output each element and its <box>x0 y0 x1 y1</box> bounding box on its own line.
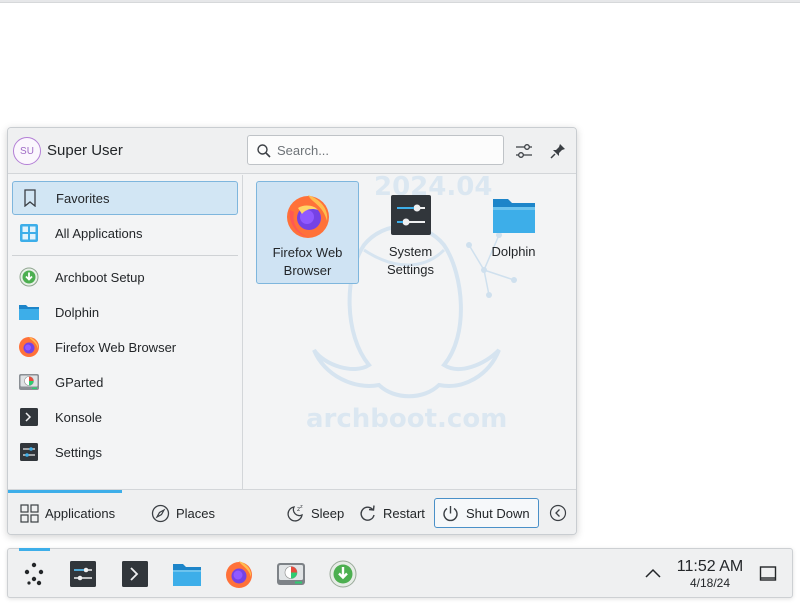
sidebar-separator <box>12 255 238 256</box>
sidebar-item-firefox[interactable]: Firefox Web Browser <box>12 330 238 364</box>
button-label: Sleep <box>311 505 345 521</box>
taskbar-archboot-setup[interactable] <box>327 558 359 590</box>
terminal-icon <box>17 405 41 429</box>
sidebar-item-dolphin[interactable]: Dolphin <box>12 295 238 329</box>
arch-launcher-icon <box>24 562 44 586</box>
settings-icon <box>17 440 41 464</box>
terminal-icon <box>122 561 148 587</box>
search-icon <box>257 144 271 158</box>
sidebar-item-label: All Applications <box>55 225 143 241</box>
sidebar-item-favorites[interactable]: Favorites <box>12 181 238 215</box>
taskbar-panel: 11:52 AM 4/18/24 <box>7 548 793 598</box>
restart-icon <box>360 504 375 521</box>
folder-icon <box>492 199 535 233</box>
search-input[interactable]: Search... <box>247 135 504 165</box>
disk-icon <box>17 370 41 394</box>
tab-label: Places <box>176 505 216 521</box>
restart-button[interactable]: Restart <box>358 498 425 528</box>
sidebar-item-label: Archboot Setup <box>55 269 145 285</box>
top-window-edge <box>0 0 800 3</box>
sidebar-item-archboot-setup[interactable]: Archboot Setup <box>12 260 238 294</box>
svg-text:z: z <box>300 504 303 510</box>
power-icon <box>443 505 458 521</box>
system-tray-expander[interactable] <box>637 558 669 590</box>
taskbar-gparted[interactable] <box>275 558 307 590</box>
compass-icon <box>151 504 170 522</box>
watermark-site: archboot.com <box>306 404 507 434</box>
avatar[interactable]: SU <box>13 137 41 165</box>
show-desktop-button[interactable] <box>752 558 784 590</box>
download-icon <box>329 560 357 588</box>
firefox-icon <box>226 561 252 588</box>
sidebar-item-label: GParted <box>55 374 104 390</box>
grid-icon <box>20 503 39 523</box>
favorite-label-line2: Settings <box>387 262 434 277</box>
sidebar-item-settings[interactable]: Settings <box>12 435 238 469</box>
search-placeholder: Search... <box>277 143 330 158</box>
sidebar-item-label: Settings <box>55 444 102 460</box>
bookmark-icon <box>18 186 42 210</box>
chevron-up-icon <box>645 568 661 578</box>
desktop-icon <box>759 566 777 581</box>
pin-button[interactable] <box>546 139 570 163</box>
taskbar-dolphin[interactable] <box>171 558 203 590</box>
sliders-icon <box>516 144 532 158</box>
favorite-label-line1: Dolphin <box>491 244 536 259</box>
sidebar-item-gparted[interactable]: GParted <box>12 365 238 399</box>
taskbar-settings[interactable] <box>67 558 99 590</box>
sidebar-item-konsole[interactable]: Konsole <box>12 400 238 434</box>
launcher-footer: Applications Places zz Sleep Restart Shu… <box>8 489 576 534</box>
favorite-system-settings[interactable]: System Settings <box>359 181 462 284</box>
clock-date: 4/18/24 <box>689 576 731 590</box>
pin-icon <box>550 144 565 159</box>
application-launcher: SU Super User Search... Favorites All Ap… <box>7 127 577 535</box>
taskbar-konsole[interactable] <box>119 558 151 590</box>
user-name: Super User <box>47 142 123 159</box>
sidebar-item-label: Konsole <box>55 409 102 425</box>
clock-time: 11:52 AM <box>676 558 744 575</box>
disk-icon <box>277 563 305 585</box>
settings-icon <box>390 195 431 235</box>
settings-icon <box>70 561 96 587</box>
button-label: Shut Down <box>466 505 530 521</box>
configure-button[interactable] <box>512 139 536 163</box>
active-tab-indicator <box>8 490 122 493</box>
sidebar-item-label: Dolphin <box>55 304 100 320</box>
app-launcher-button[interactable] <box>18 558 50 590</box>
category-sidebar: Favorites All Applications Archboot Setu… <box>8 175 243 489</box>
favorite-label-line2: Browser <box>283 263 332 278</box>
digital-clock[interactable]: 11:52 AM 4/18/24 <box>672 558 748 590</box>
sleep-icon: zz <box>287 504 303 521</box>
tab-applications[interactable]: Applications <box>20 498 115 528</box>
tab-label: Applications <box>45 505 116 521</box>
download-icon <box>17 265 41 289</box>
sidebar-item-label: Favorites <box>56 190 110 206</box>
launcher-header: SU Super User Search... <box>8 128 576 174</box>
chevron-left-icon <box>549 504 567 522</box>
favorite-label-line1: System <box>388 244 433 259</box>
more-power-options-button[interactable] <box>549 498 573 528</box>
sleep-button[interactable]: zz Sleep <box>286 498 344 528</box>
folder-icon <box>17 300 41 324</box>
sidebar-item-all-applications[interactable]: All Applications <box>12 216 238 250</box>
favorite-dolphin[interactable]: Dolphin <box>462 181 565 284</box>
firefox-icon <box>17 335 41 359</box>
button-label: Restart <box>383 505 425 521</box>
launcher-active-indicator <box>19 548 50 551</box>
sidebar-item-label: Firefox Web Browser <box>55 339 177 355</box>
tab-places[interactable]: Places <box>151 498 215 528</box>
favorites-grid: 2024.04 archboot.com Firefox Web Browser… <box>244 175 576 489</box>
folder-icon <box>173 564 201 586</box>
favorite-label-line1: Firefox Web <box>272 245 343 260</box>
taskbar-firefox[interactable] <box>223 558 255 590</box>
grid-icon <box>17 221 41 245</box>
favorite-firefox[interactable]: Firefox Web Browser <box>256 181 359 284</box>
shutdown-button[interactable]: Shut Down <box>434 498 539 528</box>
firefox-icon <box>286 195 329 238</box>
